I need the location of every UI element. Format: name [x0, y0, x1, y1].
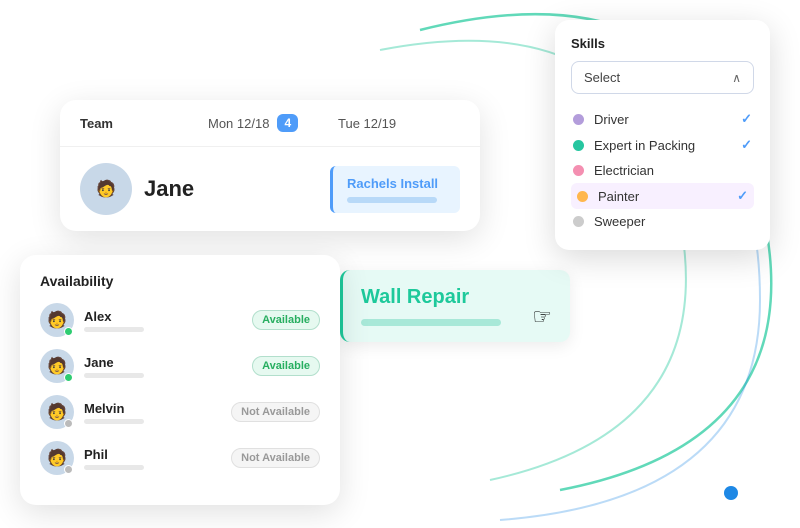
skill-check-painter: ✓ [737, 188, 748, 204]
avail-bar-jane [84, 373, 144, 378]
avatar-alex: 🧑 [40, 303, 74, 337]
skill-dot-expert-packing [573, 140, 584, 151]
skill-check-expert-packing: ✓ [741, 137, 752, 153]
person-name-jane: Jane [144, 176, 194, 202]
blue-dot-decoration [724, 486, 738, 500]
team-column-header: Team [80, 116, 200, 131]
skills-title: Skills [571, 36, 754, 51]
status-dot-melvin [64, 419, 73, 428]
avatar-melvin: 🧑 [40, 395, 74, 429]
schedule-card: Team Mon 12/18 4 Tue 12/19 🧑 Jane Rachel… [60, 100, 480, 231]
availability-title: Availability [40, 273, 320, 289]
skill-name-electrician: Electrician [594, 163, 752, 178]
avail-bar-alex [84, 327, 144, 332]
date2-column-header: Tue 12/19 [338, 116, 460, 131]
skill-dot-sweeper [573, 216, 584, 227]
avail-name-alex: Alex [84, 309, 242, 324]
task-rachels-install: Rachels Install [330, 166, 460, 213]
list-item: 🧑 Jane Available [40, 349, 320, 383]
avatar-phil: 🧑 [40, 441, 74, 475]
avail-name-melvin: Melvin [84, 401, 221, 416]
status-badge-phil: Not Available [231, 448, 320, 468]
date1-column-header: Mon 12/18 4 [208, 114, 330, 132]
task-bar [347, 197, 437, 203]
skill-dot-painter [577, 191, 588, 202]
task-label: Rachels Install [347, 176, 446, 191]
schedule-body: 🧑 Jane Rachels Install [60, 147, 480, 231]
skill-item-sweeper[interactable]: Sweeper [571, 209, 754, 234]
availability-card: Availability 🧑 Alex Available 🧑 Jane Ava… [20, 255, 340, 505]
avatar-jane: 🧑 [40, 349, 74, 383]
skill-name-sweeper: Sweeper [594, 214, 752, 229]
cursor-icon: ☞ [532, 304, 552, 330]
status-dot-jane [64, 373, 73, 382]
list-item: 🧑 Alex Available [40, 303, 320, 337]
skill-item-electrician[interactable]: Electrician [571, 158, 754, 183]
skill-item-driver[interactable]: Driver ✓ [571, 106, 754, 132]
list-item: 🧑 Phil Not Available [40, 441, 320, 475]
status-badge-alex: Available [252, 310, 320, 330]
skill-name-painter: Painter [598, 189, 727, 204]
avail-bar-phil [84, 465, 144, 470]
avatar-jane: 🧑 [80, 163, 132, 215]
avail-bar-melvin [84, 419, 144, 424]
skill-name-driver: Driver [594, 112, 731, 127]
date-badge: 4 [277, 114, 298, 132]
status-dot-phil [64, 465, 73, 474]
skills-select-label: Select [584, 70, 620, 85]
avail-name-phil: Phil [84, 447, 221, 462]
skill-name-expert-packing: Expert in Packing [594, 138, 731, 153]
skill-item-painter[interactable]: Painter ✓ [571, 183, 754, 209]
skills-select-dropdown[interactable]: Select ∧ [571, 61, 754, 94]
skill-dot-electrician [573, 165, 584, 176]
schedule-header: Team Mon 12/18 4 Tue 12/19 [60, 100, 480, 147]
wall-repair-bar [361, 319, 501, 326]
status-dot-alex [64, 327, 73, 336]
avatar-jane-icon: 🧑 [96, 179, 116, 199]
wall-repair-label: Wall Repair [361, 286, 552, 309]
status-badge-melvin: Not Available [231, 402, 320, 422]
skills-card: Skills Select ∧ Driver ✓ Expert in Packi… [555, 20, 770, 250]
skill-item-expert-packing[interactable]: Expert in Packing ✓ [571, 132, 754, 158]
list-item: 🧑 Melvin Not Available [40, 395, 320, 429]
schedule-row-jane: 🧑 Jane Rachels Install [80, 163, 460, 215]
avail-name-jane: Jane [84, 355, 242, 370]
status-badge-jane: Available [252, 356, 320, 376]
wall-repair-card: Wall Repair ☞ [340, 270, 570, 342]
skill-check-driver: ✓ [741, 111, 752, 127]
chevron-up-icon: ∧ [732, 71, 741, 85]
skill-dot-driver [573, 114, 584, 125]
